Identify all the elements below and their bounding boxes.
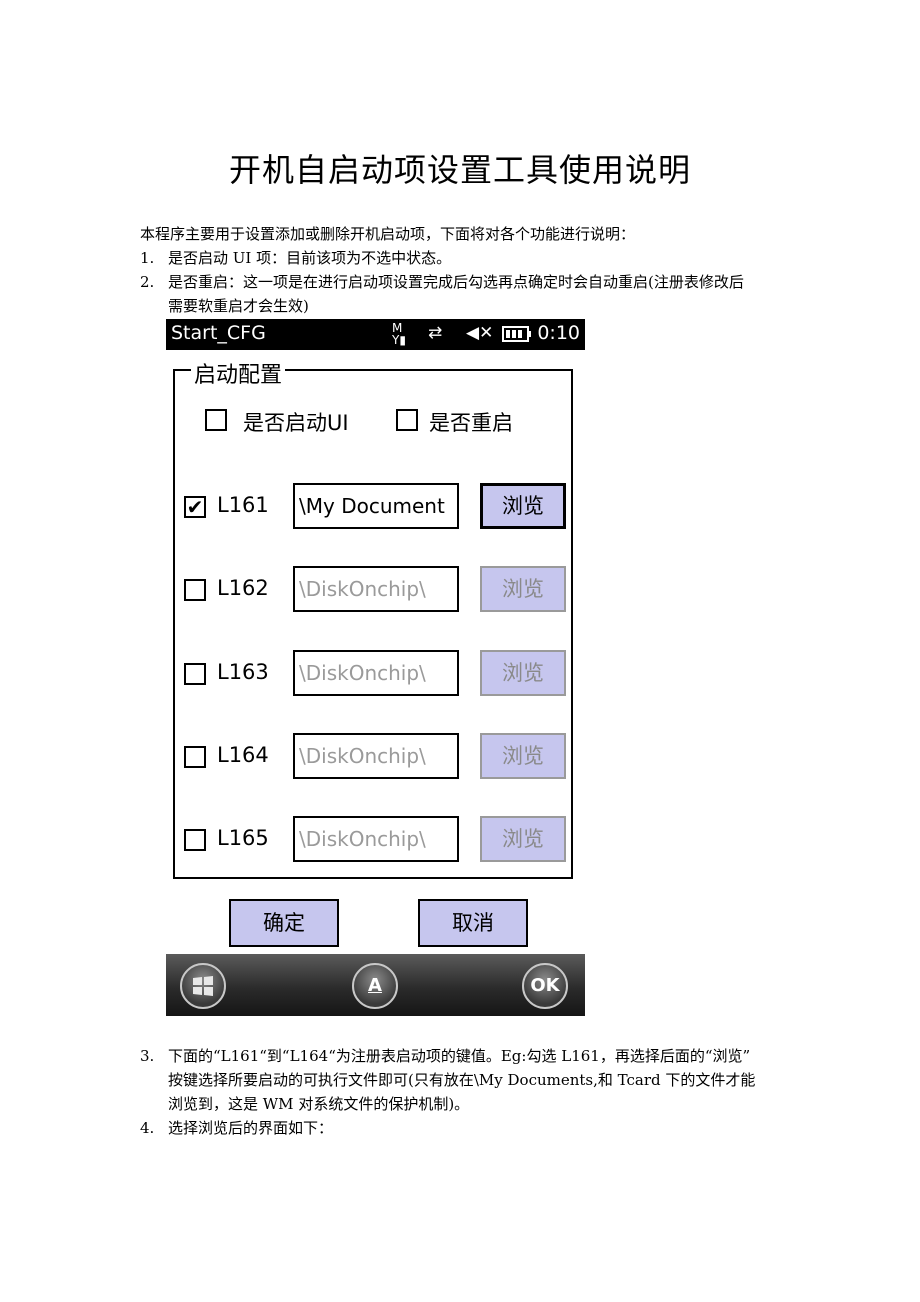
app-title: Start_CFG (171, 322, 266, 344)
start-ui-label: 是否启动UI (243, 411, 349, 435)
l164-label: L164 (217, 743, 269, 767)
list-text: 选择浏览后的界面如下： (168, 1119, 334, 1137)
start-ui-checkbox[interactable] (205, 409, 227, 431)
volume-mute-icon: ◀✕ (466, 323, 494, 343)
l165-browse-button[interactable]: 浏览 (480, 816, 566, 862)
windows-start-icon[interactable] (180, 963, 226, 1009)
l163-path-field[interactable]: \DiskOnchip\ (293, 650, 459, 696)
l161-label: L161 (217, 493, 269, 517)
startup-config-group: 启动配置 是否启动UI 是否重启 ✔ L161 \My Document 浏览 … (173, 357, 573, 879)
list-text: 浏览到，这是 WM 对系统文件的保护机制)。 (168, 1095, 470, 1113)
l161-browse-button[interactable]: 浏览 (480, 483, 566, 529)
keyboard-letter: A (368, 975, 382, 996)
data-sync-icon: ⇄ (428, 323, 443, 343)
reboot-checkbox[interactable] (396, 409, 418, 431)
list-text: 是否重启：这一项是在进行启动项设置完成后勾选再点确定时会自动重启(注册表修改后 (168, 273, 744, 291)
soft-key-bar: A OK (166, 954, 585, 1016)
l164-browse-button[interactable]: 浏览 (480, 733, 566, 779)
l162-checkbox[interactable] (184, 579, 206, 601)
cancel-button[interactable]: 取消 (418, 899, 528, 947)
group-title: 启动配置 (191, 357, 286, 389)
l162-path-field[interactable]: \DiskOnchip\ (293, 566, 459, 612)
status-bar: Start_CFG M Y▮ ⇄ ◀✕ 0:10 (166, 319, 585, 350)
list-number: 3. (140, 1047, 155, 1065)
list-item-2: 2. 是否重启：这一项是在进行启动项设置完成后勾选再点确定时会自动重启(注册表修… (140, 270, 785, 318)
document-title: 开机自启动项设置工具使用说明 (228, 151, 691, 189)
battery-icon (502, 326, 532, 347)
l164-checkbox[interactable] (184, 746, 206, 768)
l164-path-field[interactable]: \DiskOnchip\ (293, 733, 459, 779)
l162-label: L162 (217, 576, 269, 600)
clock: 0:10 (537, 322, 580, 344)
l161-checkbox[interactable]: ✔ (184, 496, 206, 518)
list-number: 2. (140, 273, 155, 291)
ok-label: OK (530, 975, 560, 996)
list-text: 按键选择所要启动的可执行文件即可(只有放在\My Documents,和 Tca… (168, 1071, 756, 1089)
l163-checkbox[interactable] (184, 663, 206, 685)
list-number: 4. (140, 1119, 155, 1137)
list-text: 下面的“L161“到“L164“为注册表启动项的键值。Eg:勾选 L161，再选… (168, 1047, 751, 1065)
list-item-4: 4. 选择浏览后的界面如下： (140, 1116, 785, 1140)
app-content: 启动配置 是否启动UI 是否重启 ✔ L161 \My Document 浏览 … (166, 350, 585, 954)
list-item-3: 3. 下面的“L161“到“L164“为注册表启动项的键值。Eg:勾选 L161… (140, 1044, 785, 1116)
l165-label: L165 (217, 826, 269, 850)
l163-label: L163 (217, 660, 269, 684)
list-text: 需要软重启才会生效) (168, 297, 309, 315)
l163-browse-button[interactable]: 浏览 (480, 650, 566, 696)
l162-browse-button[interactable]: 浏览 (480, 566, 566, 612)
list-item-1: 1. 是否启动 UI 项：目前该项为不选中状态。 (140, 246, 785, 270)
device-screenshot: Start_CFG M Y▮ ⇄ ◀✕ 0:10 启动配置 是否启动UI 是否重启… (166, 319, 585, 1016)
reboot-label: 是否重启 (429, 411, 513, 435)
l165-checkbox[interactable] (184, 829, 206, 851)
intro-paragraph: 本程序主要用于设置添加或删除开机启动项，下面将对各个功能进行说明： (140, 225, 636, 243)
list-text: 是否启动 UI 项：目前该项为不选中状态。 (168, 249, 452, 267)
l161-path-field[interactable]: \My Document (293, 483, 459, 529)
signal-icon: M Y▮ (392, 321, 406, 347)
confirm-button[interactable]: 确定 (229, 899, 339, 947)
keyboard-icon[interactable]: A (352, 963, 398, 1009)
list-number: 1. (140, 249, 155, 267)
l165-path-field[interactable]: \DiskOnchip\ (293, 816, 459, 862)
ok-soft-button[interactable]: OK (522, 963, 568, 1009)
